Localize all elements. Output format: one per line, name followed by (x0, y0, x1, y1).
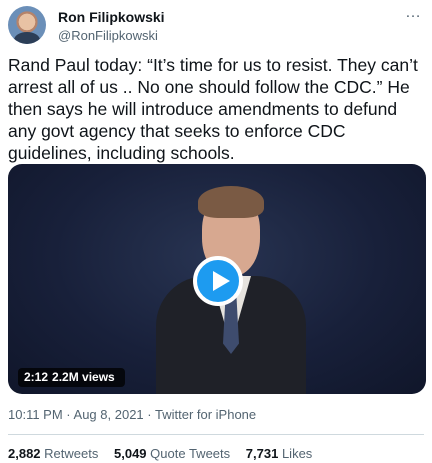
tweet-stats: 2,882 Retweets 5,049 Quote Tweets 7,731 … (8, 446, 324, 461)
retweets-count: 2,882 (8, 446, 41, 461)
play-icon[interactable] (193, 256, 243, 306)
video-duration: 2:12 (24, 370, 49, 384)
tweet-source-link[interactable]: Twitter for iPhone (155, 407, 256, 422)
likes-count: 7,731 (245, 446, 279, 461)
likes-stat[interactable]: 7,731 Likes (246, 446, 313, 461)
video-player[interactable]: 2:12 2.2M views (8, 164, 426, 394)
tweet-time-link[interactable]: 10:11 PM · Aug 8, 2021 (8, 407, 144, 422)
quote-tweets-label: Quote Tweets (150, 446, 231, 461)
avatar[interactable] (8, 6, 46, 44)
quote-tweets-stat[interactable]: 5,049 Quote Tweets (114, 446, 230, 461)
more-options-icon[interactable]: … (405, 4, 422, 22)
video-views: 2.2M views (52, 370, 115, 384)
thumbnail-hair (198, 186, 264, 218)
quote-tweets-count: 5,049 (114, 446, 147, 461)
retweets-stat[interactable]: 2,882 Retweets (8, 446, 98, 461)
tweet: Ron Filipkowski @RonFilipkowski … Rand P… (0, 0, 432, 463)
tweet-header: Ron Filipkowski @RonFilipkowski … (8, 4, 424, 46)
tweet-date: Aug 8, 2021 (73, 407, 144, 422)
meta-separator: · (62, 407, 74, 422)
author-name[interactable]: Ron Filipkowski (58, 9, 165, 25)
video-info-badge: 2:12 2.2M views (18, 368, 125, 387)
tweet-time: 10:11 PM (8, 407, 63, 422)
retweets-label: Retweets (44, 446, 99, 461)
tweet-text: Rand Paul today: “It’s time for us to re… (8, 55, 418, 163)
tweet-meta: 10:11 PM · Aug 8, 2021 · Twitter for iPh… (8, 407, 256, 422)
meta-separator: · (143, 407, 155, 422)
likes-label: Likes (281, 446, 313, 461)
author-handle[interactable]: @RonFilipkowski (58, 28, 158, 43)
divider (8, 434, 424, 435)
